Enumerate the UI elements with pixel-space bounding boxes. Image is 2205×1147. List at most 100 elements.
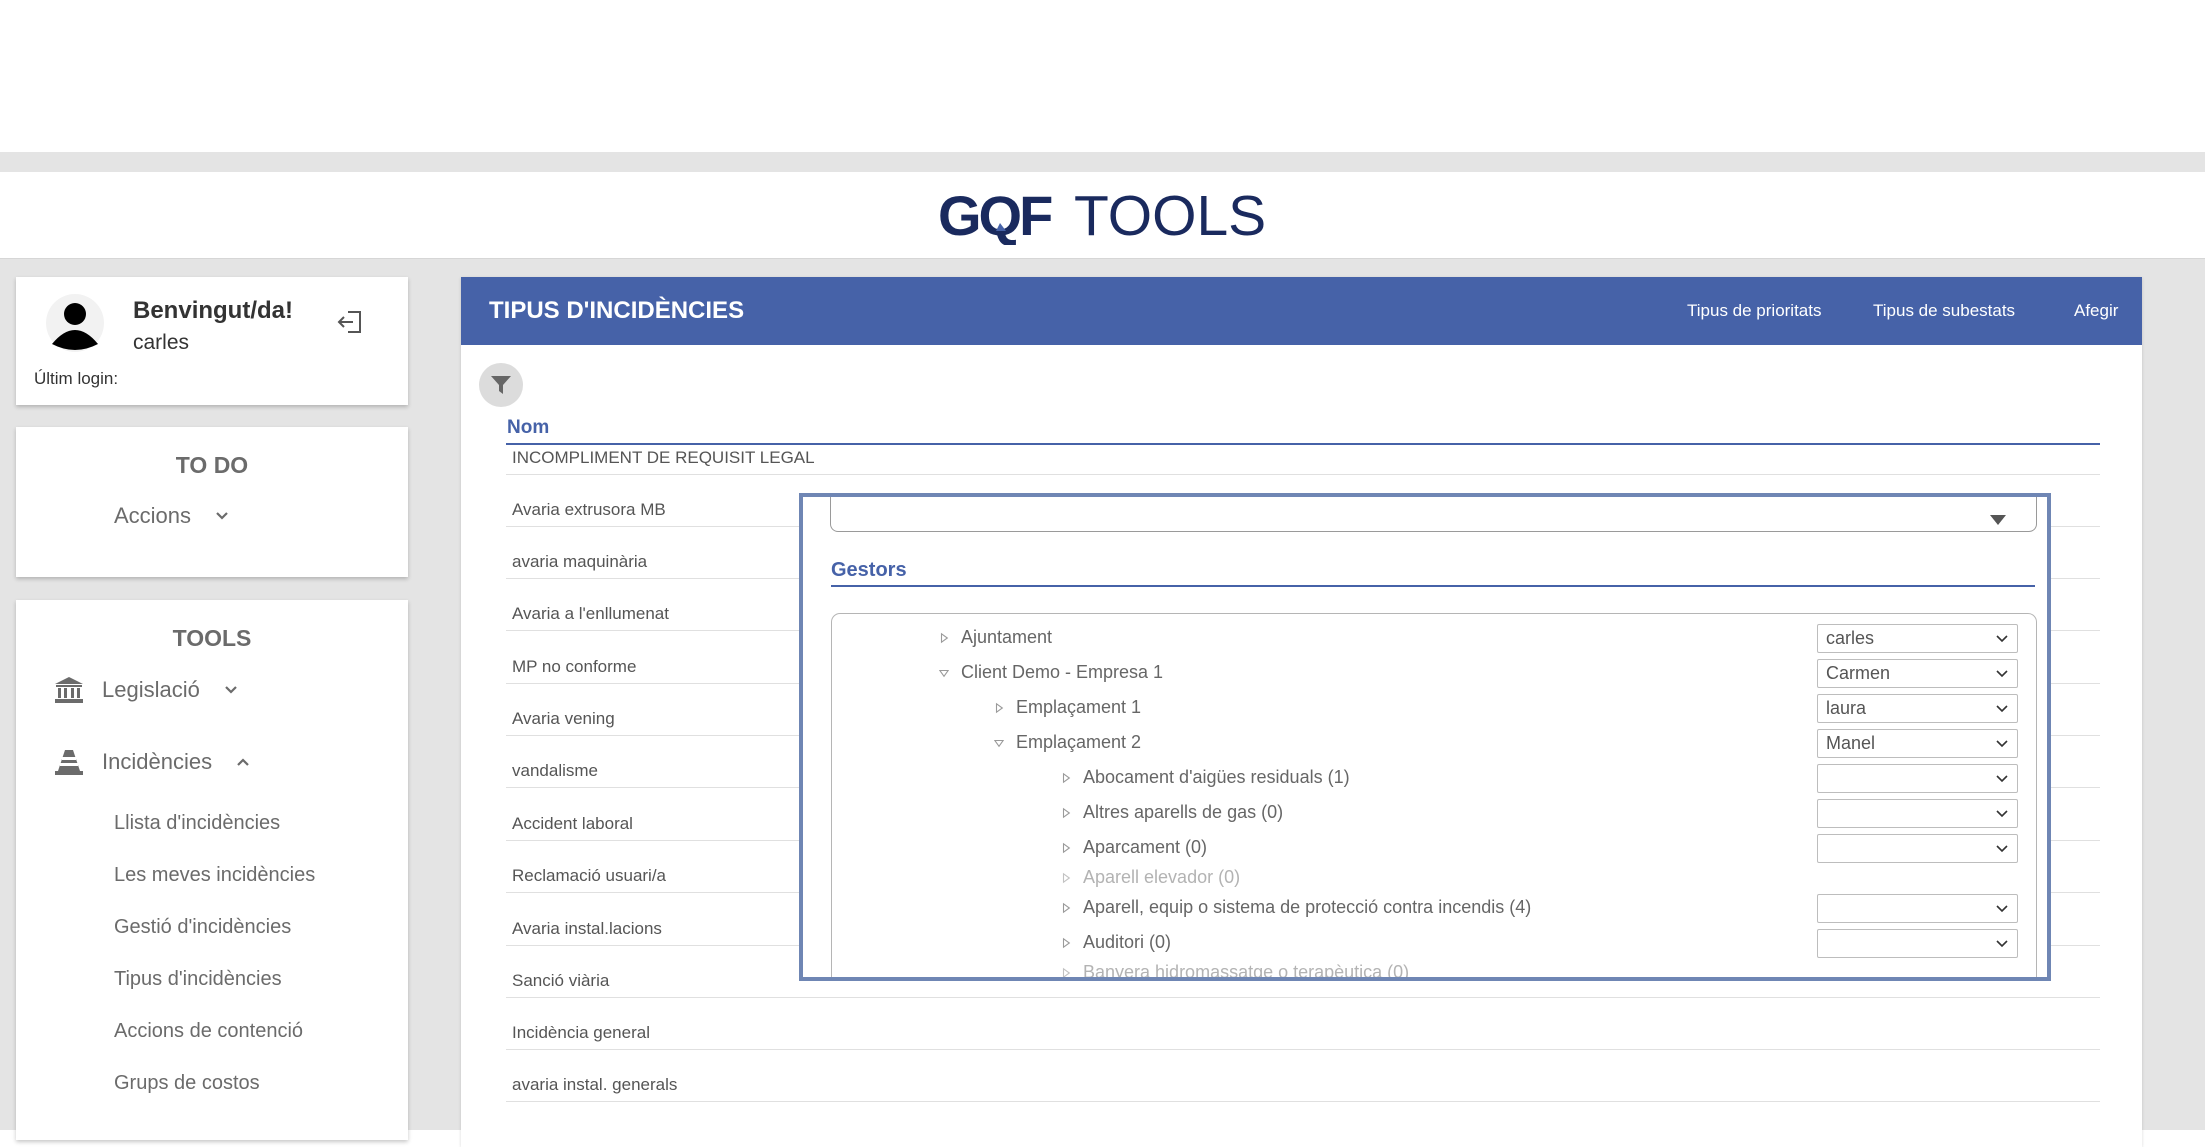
tools-card: TOOLS Legislació Incidències Llista d'in… — [16, 600, 408, 1140]
last-login-label: Últim login: — [34, 369, 119, 388]
sub-item-tipus-incidencies[interactable]: Tipus d'incidències — [114, 968, 282, 991]
legislacio-menu[interactable]: Legislació — [54, 676, 238, 704]
todo-title: TO DO — [175, 452, 249, 478]
collapsed-triangle-icon[interactable] — [1061, 772, 1071, 784]
chevron-down-icon — [1996, 845, 2008, 853]
chevron-down-icon — [216, 512, 228, 520]
incidencies-menu[interactable]: Incidències — [54, 748, 250, 776]
sub-item-llista-incidencies[interactable]: Llista d'incidències — [114, 812, 280, 835]
row-name: Reclamació usuari/a — [512, 866, 667, 885]
tree-node[interactable]: Aparell elevador (0) — [1061, 867, 1240, 888]
gestor-select[interactable]: Carmen — [1817, 659, 2018, 688]
collapsed-triangle-icon[interactable] — [1061, 937, 1071, 949]
user-card: Benvingut/da! carles Últim login: — [16, 277, 408, 405]
tree-node-label: Banyera hidromassatge o terapèutica (0) — [1083, 962, 1410, 981]
collapsed-triangle-icon[interactable] — [1061, 967, 1071, 979]
filter-button[interactable] — [479, 363, 523, 407]
tree-node[interactable]: Emplaçament 2 — [994, 732, 1141, 753]
row-name: avaria instal. generals — [512, 1075, 678, 1094]
expanded-triangle-icon[interactable] — [994, 737, 1004, 749]
tipus-prioritats-link[interactable]: Tipus de prioritats — [1687, 277, 1821, 345]
tree-node[interactable]: Aparcament (0) — [1061, 837, 1207, 858]
app-logo[interactable]: GQF TOOLS — [938, 172, 1278, 258]
tree-node-label: Ajuntament — [961, 627, 1053, 647]
main-header: TIPUS D'INCIDÈNCIES Tipus de prioritats … — [461, 277, 2142, 345]
sub-item-meves-incidencies[interactable]: Les meves incidències — [114, 864, 315, 887]
gestor-select[interactable] — [1817, 764, 2018, 793]
row-name: Incidència general — [512, 1023, 650, 1042]
chevron-down-icon — [1996, 740, 2008, 748]
gestor-select[interactable] — [1817, 894, 2018, 923]
collapsed-triangle-icon[interactable] — [994, 702, 1004, 714]
gestor-select-value: Manel — [1826, 733, 1876, 753]
tree-node[interactable]: Client Demo - Empresa 1 — [939, 662, 1163, 683]
filter-icon — [491, 376, 511, 394]
sub-item-accions-contencio[interactable]: Accions de contenció — [114, 1020, 303, 1043]
tree-node-label: Aparell elevador (0) — [1083, 867, 1241, 887]
expanded-triangle-icon[interactable] — [939, 667, 949, 679]
chevron-down-icon — [1996, 810, 2008, 818]
gestor-select-value: laura — [1826, 698, 1867, 718]
tipus-subestats-link[interactable]: Tipus de subestats — [1873, 277, 2015, 345]
row-name: INCOMPLIMENT DE REQUISIT LEGAL — [512, 448, 815, 467]
sub-item-gestio-incidencies[interactable]: Gestió d'incidències — [114, 916, 291, 939]
modal-top-select[interactable] — [830, 497, 2037, 532]
bank-icon — [55, 677, 83, 703]
tree-node-label: Aparell, equip o sistema de protecció co… — [1083, 897, 1532, 917]
todo-card: TO DO Accions — [16, 427, 408, 577]
row-name: Sanció viària — [512, 971, 610, 990]
sub-item-grups-costos[interactable]: Grups de costos — [114, 1072, 260, 1095]
tree-node[interactable]: Emplaçament 1 — [994, 697, 1141, 718]
accions-menu[interactable]: Accions — [114, 503, 229, 529]
dropdown-arrow-icon — [1990, 515, 2006, 525]
table-row[interactable]: Incidència general — [506, 997, 2100, 1050]
column-header-nom[interactable]: Nom — [507, 417, 549, 439]
chevron-down-icon — [1996, 775, 2008, 783]
chevron-up-icon — [237, 758, 249, 766]
gestor-select[interactable]: carles — [1817, 624, 2018, 653]
row-name: vandalisme — [512, 761, 598, 780]
tree-node-label: Emplaçament 2 — [1016, 732, 1142, 752]
tree-node[interactable]: Altres aparells de gas (0) — [1061, 802, 1283, 823]
table-row[interactable]: INCOMPLIMENT DE REQUISIT LEGAL — [506, 445, 2100, 475]
gestors-modal: Gestors Ajuntament carles Client Demo - Em… — [799, 493, 2051, 981]
logo-text-light: TOOLS — [1074, 185, 1266, 245]
incidencies-label: Incidències — [102, 749, 213, 774]
tree-node[interactable]: Ajuntament — [939, 627, 1052, 648]
afegir-link[interactable]: Afegir — [2074, 277, 2118, 345]
traffic-cone-icon — [55, 750, 83, 775]
top-strip — [0, 152, 2205, 172]
row-name: avaria maquinària — [512, 552, 648, 571]
gestor-select[interactable] — [1817, 929, 2018, 958]
table-row[interactable]: avaria instal. generals — [506, 1049, 2100, 1102]
logo-text-bold: GQF — [938, 185, 1052, 245]
chevron-down-icon — [1996, 705, 2008, 713]
tree-node[interactable]: Aparell, equip o sistema de protecció co… — [1061, 897, 1531, 918]
collapsed-triangle-icon[interactable] — [1061, 807, 1071, 819]
collapsed-triangle-icon[interactable] — [1061, 872, 1071, 884]
welcome-text: Benvingut/da! — [133, 297, 293, 324]
logout-icon[interactable] — [336, 309, 364, 335]
collapsed-triangle-icon[interactable] — [1061, 902, 1071, 914]
gestor-select-value: Carmen — [1826, 663, 1891, 683]
legislacio-label: Legislació — [102, 677, 200, 702]
collapsed-triangle-icon[interactable] — [1061, 842, 1071, 854]
gestor-select[interactable]: Manel — [1817, 729, 2018, 758]
tree-node[interactable]: Banyera hidromassatge o terapèutica (0) — [1061, 962, 1410, 981]
page-title: TIPUS D'INCIDÈNCIES — [489, 297, 745, 324]
tools-title: TOOLS — [172, 625, 252, 651]
row-name: Avaria a l'enllumenat — [512, 604, 669, 623]
row-name: Avaria extrusora MB — [512, 500, 666, 519]
tree-node[interactable]: Abocament d'aigües residuals (1) — [1061, 767, 1350, 788]
chevron-down-icon — [1996, 635, 2008, 643]
collapsed-triangle-icon[interactable] — [939, 632, 949, 644]
gestor-select[interactable] — [1817, 799, 2018, 828]
tree-node[interactable]: Auditori (0) — [1061, 932, 1171, 953]
row-name: Accident laboral — [512, 814, 633, 833]
gestor-select[interactable]: laura — [1817, 694, 2018, 723]
gestor-select[interactable] — [1817, 834, 2018, 863]
tree-node-label: Client Demo - Empresa 1 — [961, 662, 1164, 682]
gestors-underline — [831, 585, 2035, 587]
chevron-down-icon — [225, 686, 237, 694]
gestor-select-value: carles — [1826, 628, 1875, 648]
